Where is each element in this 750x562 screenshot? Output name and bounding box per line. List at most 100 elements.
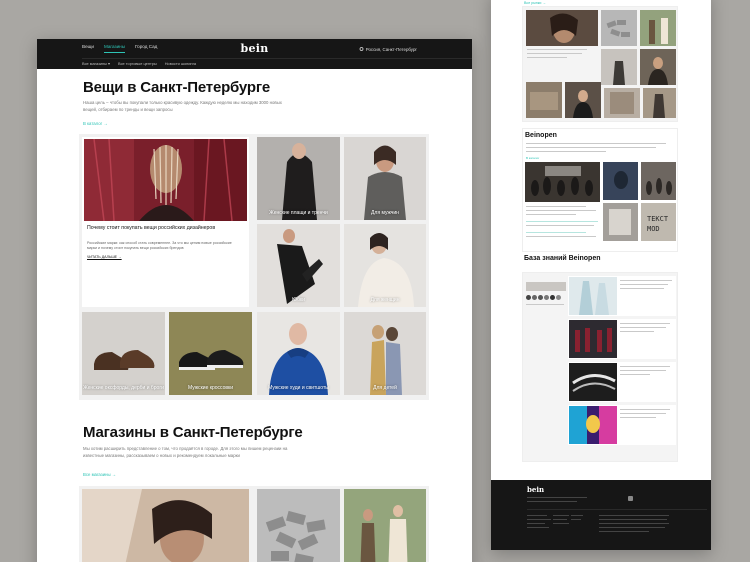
site-header: Вещи Магазины Город Сад bein Россия, Сан… [37, 39, 472, 69]
footer-line [527, 523, 545, 524]
gallery-thumb[interactable] [643, 88, 676, 118]
text-line [526, 232, 586, 234]
footer-line [527, 515, 547, 516]
shop-tile-1[interactable] [82, 489, 249, 562]
footer-logo[interactable]: bein [527, 485, 544, 494]
nav-item-garden-city[interactable]: Город Сад [135, 44, 157, 53]
knowledge-item[interactable] [568, 319, 676, 359]
text-line [526, 214, 576, 216]
footer-line [599, 519, 667, 520]
text-line [526, 236, 596, 238]
knowledge-item[interactable] [568, 405, 676, 445]
things-description: Наша цель – чтобы вы покупали только кра… [83, 100, 282, 112]
feature-image [84, 139, 247, 221]
shop-tile-2[interactable] [257, 489, 340, 562]
location-selector[interactable]: Россия, Санкт-Петербург [359, 47, 417, 52]
all-shops-link[interactable]: Все магазины → [83, 472, 116, 477]
subnav-malls[interactable]: Все торговые центры [118, 61, 157, 66]
beinopen-thumb[interactable] [603, 203, 638, 241]
all-markets-link[interactable]: Все рынки → [524, 1, 546, 5]
text-line [620, 327, 666, 329]
beinopen-feature-image[interactable] [525, 162, 600, 202]
text-line [526, 147, 656, 149]
text-line [527, 49, 587, 51]
avatar [532, 295, 537, 300]
tile-label: Для детей [373, 385, 397, 391]
avatar [538, 295, 543, 300]
text-line [526, 225, 594, 227]
feature-card[interactable]: Почему стоит покупать вещи российских ди… [82, 137, 249, 307]
avatar-row [526, 295, 561, 300]
text-line [620, 370, 666, 372]
read-more-link[interactable]: ЧИТАТЬ ДАЛЬШЕ → [87, 255, 122, 259]
tile-label: Юбки [292, 297, 305, 303]
site-logo[interactable]: bein [240, 42, 268, 55]
gallery-thumb[interactable] [601, 49, 637, 85]
tile-skirts[interactable]: Юбки [257, 224, 340, 307]
footer-line [599, 527, 665, 528]
text-line [620, 366, 670, 368]
telegram-icon[interactable] [628, 496, 633, 501]
footer-line [553, 523, 569, 524]
text-line [620, 413, 666, 415]
footer-line [571, 515, 583, 516]
text-line [620, 284, 668, 286]
knowledge-item[interactable] [568, 362, 676, 402]
tile-kids[interactable]: Для детей [344, 312, 426, 395]
tile-men[interactable]: Для мужчин [344, 137, 426, 220]
beinopen-link[interactable]: В каталог [526, 156, 539, 160]
shops-title: Магазины в Санкт-Петербурге [83, 424, 303, 441]
beinopen-thumb[interactable] [641, 162, 676, 200]
text-line [620, 323, 670, 325]
svg-text:TEKCT: TEKCT [647, 215, 669, 223]
text-line [526, 210, 596, 212]
text-line [526, 151, 606, 153]
secondary-page: Все рынки → Beinopen В каталог TEKCT MOD… [491, 0, 711, 550]
footer-line [599, 523, 669, 524]
text-line [620, 288, 664, 290]
nav-item-things[interactable]: Вещи [82, 44, 94, 53]
text-line [620, 331, 654, 333]
tile-label: Женские оксфорды, дерби и броги [83, 385, 164, 391]
tile-label: Мужские кроссовки [188, 385, 233, 391]
main-page: Вещи Магазины Город Сад bein Россия, Сан… [37, 39, 472, 562]
gallery-thumb[interactable] [604, 88, 640, 118]
footer-line [553, 515, 569, 516]
gallery-thumb[interactable] [640, 49, 676, 85]
feature-text: Российские марки: как способ стать совре… [87, 241, 232, 250]
tile-women[interactable]: Для женщин [344, 224, 426, 307]
gallery-thumb[interactable] [601, 10, 637, 46]
tile-mens-sneakers[interactable]: Мужские кроссовки [169, 312, 252, 395]
shop-tile-3[interactable] [344, 489, 426, 562]
beinopen-thumb[interactable] [603, 162, 638, 200]
knowledge-item[interactable] [568, 276, 676, 316]
tile-label: Для мужчин [371, 210, 399, 216]
text-line [620, 417, 656, 419]
text-line [620, 280, 672, 282]
footer-line [553, 519, 567, 520]
gallery-feature-image[interactable] [526, 10, 598, 46]
catalog-link[interactable]: В каталог → [83, 121, 108, 126]
subnav-news[interactable]: Новости шопинга [165, 61, 196, 66]
avatar [556, 295, 561, 300]
gallery-thumb[interactable] [526, 82, 562, 118]
knowledge-banner [526, 282, 566, 291]
tile-womens-coats[interactable]: Женские плащи и тренчи [257, 137, 340, 220]
gallery-thumb[interactable] [565, 82, 601, 118]
footer-line [599, 515, 669, 516]
beinopen-thumb[interactable]: TEKCT MOD [641, 203, 676, 241]
tile-label: Для женщин [370, 297, 400, 303]
beinopen-card: Beinopen В каталог TEKCT MOD [522, 128, 678, 252]
footer-line [571, 519, 581, 520]
location-pin-icon [359, 47, 364, 51]
subnav-all-shops[interactable]: Все магазины ▾ [82, 61, 110, 66]
text-line [526, 143, 666, 145]
nav-item-shops[interactable]: Магазины [103, 44, 125, 53]
knowledge-card [522, 272, 678, 462]
text-line [527, 53, 582, 55]
gallery-thumb[interactable] [640, 10, 676, 46]
text-line [526, 221, 598, 223]
tile-label: Женские плащи и тренчи [269, 210, 328, 216]
tile-womens-oxfords[interactable]: Женские оксфорды, дерби и броги [82, 312, 165, 395]
tile-mens-hoodies[interactable]: Мужские худи и свитшоты [257, 312, 340, 395]
